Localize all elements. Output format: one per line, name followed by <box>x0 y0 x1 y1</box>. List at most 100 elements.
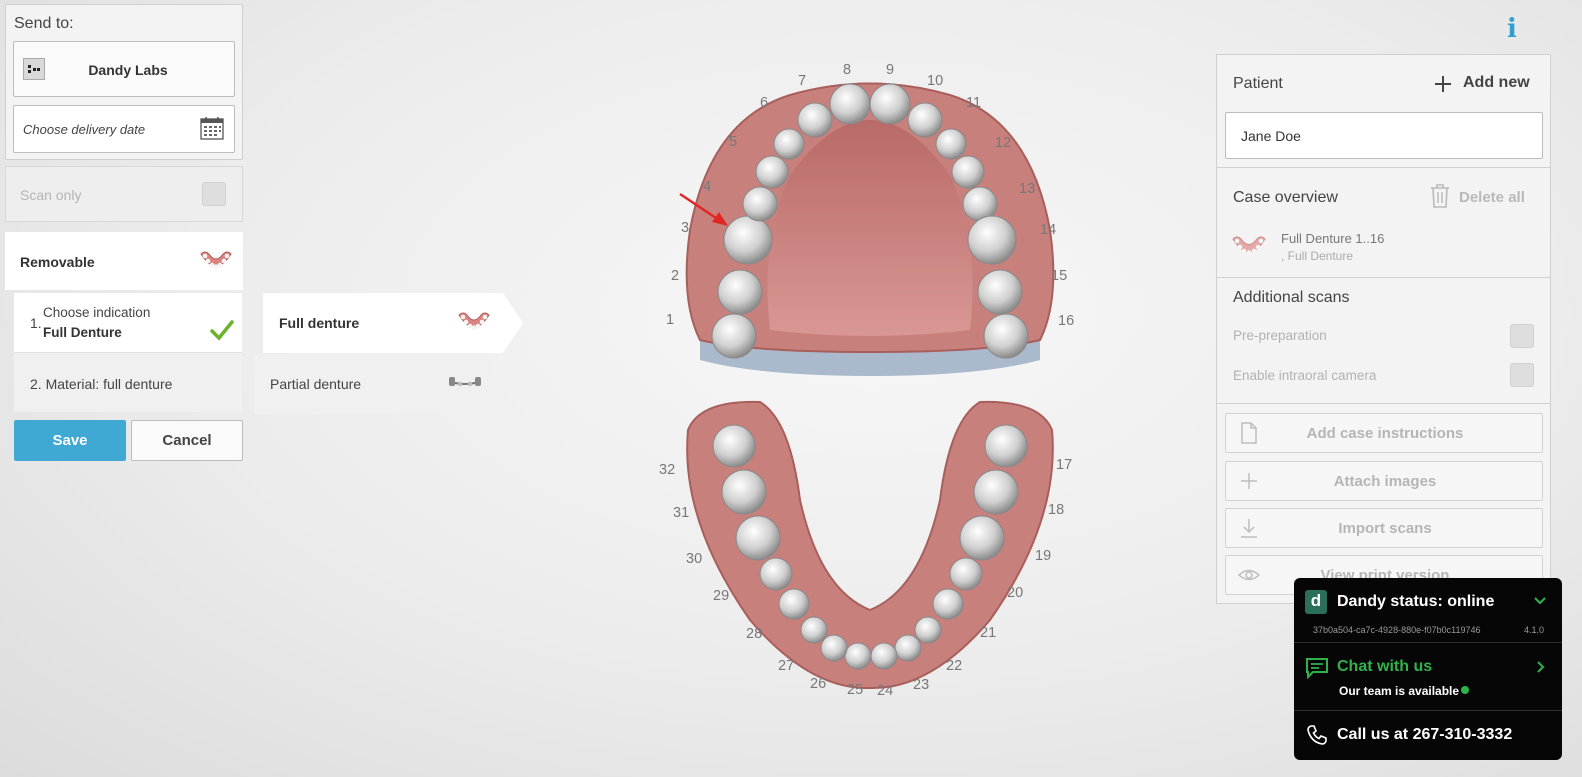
step1-title: Choose indication <box>43 305 151 320</box>
info-icon[interactable]: i <box>1502 14 1522 44</box>
pre-preparation-checkbox[interactable] <box>1510 324 1534 348</box>
send-to-label: Send to: <box>14 15 74 32</box>
divider <box>1217 167 1550 168</box>
plus-icon <box>1435 76 1451 92</box>
session-id: 37b0a504-ca7c-4928-880e-f07b0c119746 <box>1313 625 1481 635</box>
add-case-instructions-button[interactable]: Add case instructions <box>1225 413 1543 453</box>
step-choose-indication[interactable]: 1. Choose indication Full Denture <box>14 292 242 352</box>
import-scans-button[interactable]: Import scans <box>1225 508 1543 548</box>
patient-label: Patient <box>1233 75 1283 92</box>
divider <box>1217 403 1550 404</box>
scan-only-row[interactable]: Scan only <box>5 166 243 222</box>
additional-scans-label: Additional scans <box>1233 289 1350 306</box>
tooth-number[interactable]: 12 <box>995 135 1011 151</box>
case-overview-label: Case overview <box>1233 189 1338 206</box>
tooth-number[interactable]: 15 <box>1051 268 1067 284</box>
tooth-number[interactable]: 22 <box>946 658 962 674</box>
scan-only-checkbox[interactable] <box>202 182 226 206</box>
send-to-panel: Send to: Dandy Labs Choose delivery date <box>5 4 243 160</box>
tooth-number[interactable]: 7 <box>798 73 806 89</box>
lab-name: Dandy Labs <box>88 62 168 78</box>
divider <box>1294 642 1562 643</box>
step-material[interactable]: 2. Material: full denture <box>14 352 242 412</box>
chevron-down-icon[interactable] <box>1532 592 1548 608</box>
chat-with-us-link[interactable]: Chat with us <box>1337 658 1432 676</box>
team-availability: Our team is available <box>1339 684 1460 698</box>
denture-icon <box>200 251 232 269</box>
tooth-number[interactable]: 9 <box>886 62 894 78</box>
option-partial-denture[interactable]: Partial denture <box>254 354 492 414</box>
attach-images-button[interactable]: Attach images <box>1225 461 1543 501</box>
lab-selector[interactable]: Dandy Labs <box>13 41 235 97</box>
tooth-number[interactable]: 28 <box>746 626 762 642</box>
trash-icon <box>1431 184 1449 208</box>
tooth-number[interactable]: 13 <box>1019 181 1035 197</box>
full-denture-icon <box>458 312 490 330</box>
step2-label: 2. Material: full denture <box>30 376 173 392</box>
dandy-logo-icon: d <box>1305 590 1327 614</box>
calendar-icon[interactable] <box>200 116 224 140</box>
tooth-number[interactable]: 19 <box>1035 548 1051 564</box>
tooth-number[interactable]: 23 <box>913 677 929 693</box>
patient-name-field[interactable]: Jane Doe <box>1225 112 1543 159</box>
tooth-number[interactable]: 25 <box>847 682 863 698</box>
case-item-title[interactable]: Full Denture 1..16 <box>1281 231 1384 246</box>
tooth-number[interactable]: 26 <box>810 676 826 692</box>
case-item-denture-icon <box>1232 236 1266 255</box>
save-button[interactable]: Save <box>14 420 126 461</box>
chevron-right-icon[interactable] <box>1532 659 1548 675</box>
tooth-number[interactable]: 11 <box>966 95 981 111</box>
tooth-number[interactable]: 3 <box>681 220 689 236</box>
tooth-number[interactable]: 31 <box>673 505 689 521</box>
tooth-number[interactable]: 24 <box>877 683 893 699</box>
chat-icon <box>1306 658 1328 679</box>
tooth-number[interactable]: 4 <box>703 179 711 195</box>
status-title: Dandy status: online <box>1337 593 1495 610</box>
option-full-denture-label: Full denture <box>279 315 360 331</box>
divider <box>1294 710 1562 711</box>
add-new-button[interactable]: Add new <box>1433 71 1543 97</box>
tooth-number[interactable]: 30 <box>686 551 702 567</box>
tooth-number[interactable]: 17 <box>1056 457 1072 473</box>
step1-value: Full Denture <box>43 325 122 340</box>
delete-all-button[interactable]: Delete all <box>1427 183 1542 211</box>
tooth-number[interactable]: 18 <box>1048 502 1064 518</box>
tooth-number[interactable]: 8 <box>843 62 851 78</box>
tooth-number[interactable]: 14 <box>1040 222 1056 238</box>
intraoral-camera-checkbox[interactable] <box>1510 363 1534 387</box>
dental-chart <box>679 82 1055 690</box>
attach-images-label: Attach images <box>1333 473 1437 490</box>
tooth-number[interactable]: 5 <box>729 134 737 150</box>
add-new-label: Add new <box>1463 74 1530 91</box>
tooth-number[interactable]: 21 <box>980 625 996 641</box>
option-partial-denture-label: Partial denture <box>270 376 362 392</box>
tooth-number[interactable]: 10 <box>927 73 943 89</box>
tooth-number[interactable]: 2 <box>671 268 679 284</box>
intraoral-camera-label: Enable intraoral camera <box>1233 368 1377 383</box>
option-full-denture[interactable]: Full denture <box>263 293 523 353</box>
dandy-status-widget: d Dandy status: online 37b0a504-ca7c-492… <box>1294 578 1562 760</box>
tooth-number[interactable]: 20 <box>1007 585 1023 601</box>
category-removable[interactable]: Removable <box>5 232 243 290</box>
case-panel: Patient Add new Jane Doe Case overview D… <box>1216 54 1551 604</box>
tooth-number[interactable]: 6 <box>760 95 768 111</box>
delivery-date-placeholder: Choose delivery date <box>23 122 146 137</box>
tooth-number[interactable]: 27 <box>778 658 794 674</box>
tooth-number[interactable]: 32 <box>659 462 675 478</box>
delivery-date-field[interactable]: Choose delivery date <box>13 105 235 153</box>
import-scans-label: Import scans <box>1338 520 1432 537</box>
divider <box>1217 277 1550 278</box>
scan-only-label: Scan only <box>20 187 82 203</box>
checkmark-icon <box>210 320 234 341</box>
online-dot <box>1461 686 1469 694</box>
tooth-number[interactable]: 16 <box>1058 313 1074 329</box>
tooth-number[interactable]: 29 <box>713 588 729 604</box>
call-us-link[interactable]: Call us at 267-310-3332 <box>1337 726 1512 744</box>
pre-preparation-label: Pre-preparation <box>1233 328 1327 343</box>
cancel-button[interactable]: Cancel <box>131 420 243 461</box>
add-case-instructions-label: Add case instructions <box>1306 425 1464 442</box>
app-version: 4.1.0 <box>1524 625 1545 635</box>
tooth-number[interactable]: 1 <box>666 312 674 328</box>
category-label: Removable <box>20 254 95 270</box>
delete-all-label: Delete all <box>1459 189 1525 206</box>
